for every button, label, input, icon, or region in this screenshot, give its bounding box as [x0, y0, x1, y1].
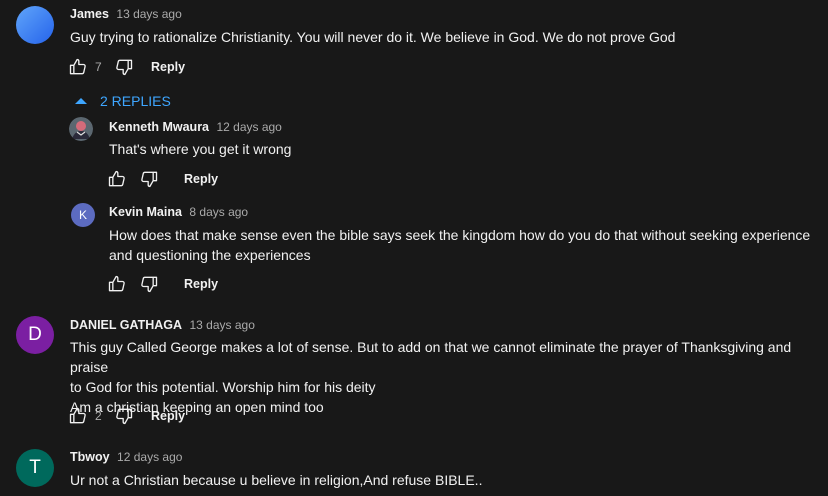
thumbs-up-icon[interactable]	[106, 168, 128, 190]
comment-actions: 7 Reply	[67, 56, 185, 78]
thumbs-up-icon[interactable]	[67, 405, 89, 427]
caret-up-icon	[74, 94, 88, 108]
reply-button[interactable]: Reply	[184, 172, 218, 186]
comment-header: Tbwoy 12 days ago	[70, 448, 182, 466]
timestamp[interactable]: 13 days ago	[116, 7, 181, 21]
timestamp[interactable]: 13 days ago	[190, 318, 255, 332]
author-name[interactable]: James	[70, 7, 109, 21]
like-count: 2	[95, 409, 102, 423]
avatar[interactable]	[16, 6, 54, 44]
thumbs-down-icon[interactable]	[138, 168, 160, 190]
reply-button[interactable]: Reply	[151, 409, 185, 423]
replies-toggle-button[interactable]: 2 REPLIES	[74, 92, 171, 110]
timestamp[interactable]: 12 days ago	[216, 120, 281, 134]
comment-header: Kenneth Mwaura 12 days ago	[109, 118, 282, 136]
author-name[interactable]: Kevin Maina	[109, 205, 182, 219]
person-photo-icon	[69, 117, 93, 141]
comment-text: Guy trying to rationalize Christianity. …	[70, 29, 676, 45]
thumbs-up-icon[interactable]	[106, 273, 128, 295]
comment-header: Kevin Maina 8 days ago	[109, 203, 248, 221]
comment-text: How does that make sense even the bible …	[109, 227, 811, 263]
thumbs-down-icon[interactable]	[138, 273, 160, 295]
reply-button[interactable]: Reply	[151, 60, 185, 74]
thumbs-down-icon[interactable]	[113, 405, 135, 427]
comment-text: That's where you get it wrong	[109, 141, 292, 157]
reply-button[interactable]: Reply	[184, 277, 218, 291]
comment-actions: Reply	[106, 168, 218, 190]
timestamp[interactable]: 8 days ago	[189, 205, 248, 219]
author-name[interactable]: Kenneth Mwaura	[109, 120, 209, 134]
comment-header: James 13 days ago	[70, 5, 182, 23]
comment-actions: 2 Reply	[67, 405, 185, 427]
avatar[interactable]: K	[71, 203, 95, 227]
author-name[interactable]: Tbwoy	[70, 450, 110, 464]
thumbs-down-icon[interactable]	[113, 56, 135, 78]
comment-header: DANIEL GATHAGA 13 days ago	[70, 316, 255, 334]
like-count: 7	[95, 60, 102, 74]
timestamp[interactable]: 12 days ago	[117, 450, 182, 464]
avatar[interactable]: D	[16, 316, 54, 354]
comment-text: Ur not a Christian because u believe in …	[70, 472, 483, 488]
thumbs-up-icon[interactable]	[67, 56, 89, 78]
avatar[interactable]: T	[16, 449, 54, 487]
comment-actions: Reply	[106, 273, 218, 295]
replies-toggle-label: 2 REPLIES	[100, 93, 171, 109]
avatar[interactable]	[69, 117, 93, 141]
author-name[interactable]: DANIEL GATHAGA	[70, 318, 182, 332]
